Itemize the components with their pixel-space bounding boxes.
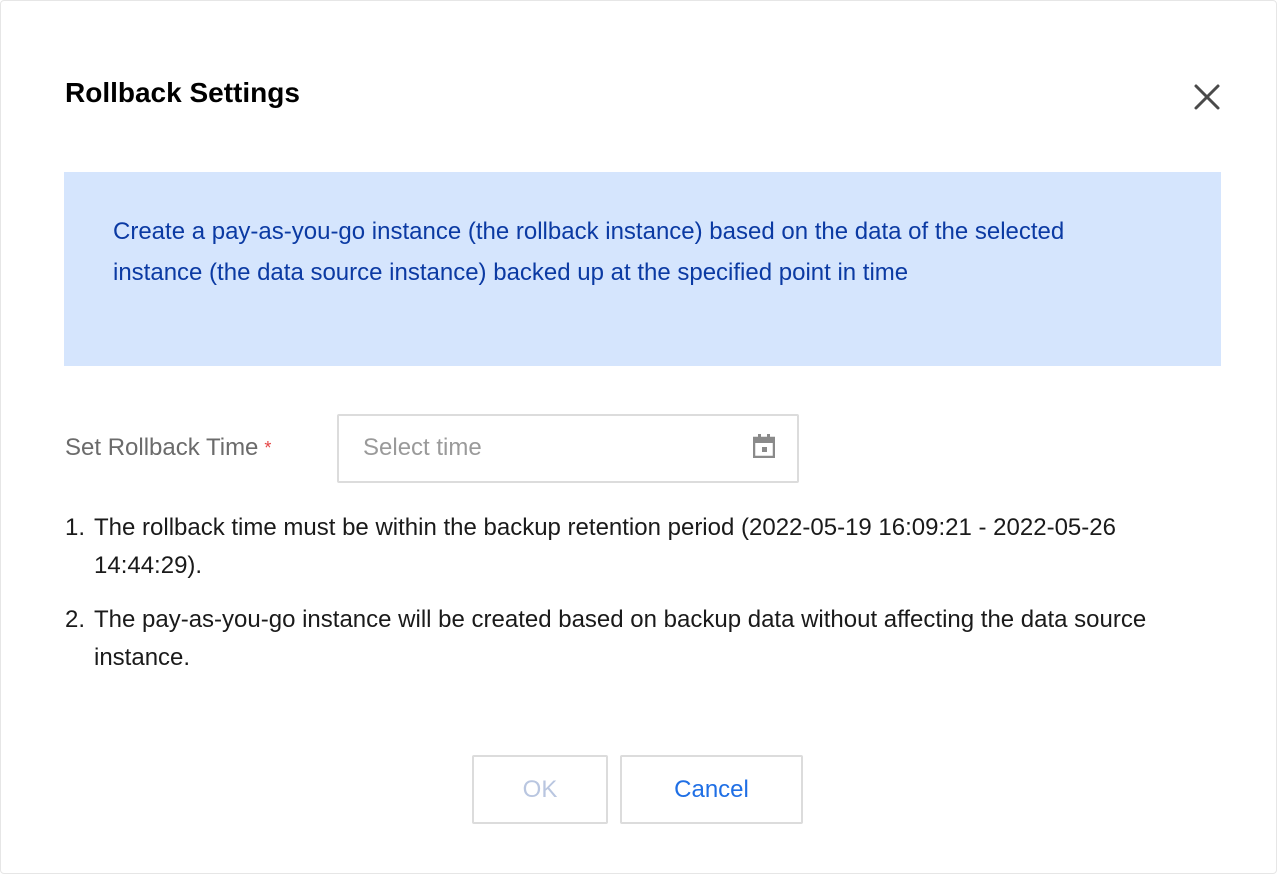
cancel-button[interactable]: Cancel: [620, 755, 803, 824]
info-banner: Create a pay-as-you-go instance (the rol…: [64, 172, 1221, 366]
note-text: The rollback time must be within the bac…: [94, 514, 1116, 579]
dialog-title: Rollback Settings: [65, 77, 300, 108]
note-text: The pay-as-you-go instance will be creat…: [94, 606, 1147, 671]
rollback-time-input[interactable]: [363, 434, 753, 462]
rollback-time-picker[interactable]: [337, 413, 799, 483]
note-number: 2.: [65, 606, 86, 633]
rollback-time-label-text: Set Rollback Time: [65, 434, 259, 461]
rollback-time-label: Set Rollback Time *: [65, 434, 337, 462]
close-button[interactable]: [1189, 81, 1225, 117]
rollback-settings-dialog: Rollback Settings Create a pay-as-you-go…: [0, 0, 1277, 874]
rollback-time-row: Set Rollback Time *: [65, 413, 799, 483]
list-item: 1. The rollback time must be within the …: [65, 509, 1195, 585]
calendar-icon[interactable]: [752, 433, 776, 463]
close-icon: [1192, 82, 1222, 117]
ok-button[interactable]: OK: [472, 755, 608, 824]
required-marker: *: [264, 437, 272, 458]
notes-list: 1. The rollback time must be within the …: [65, 509, 1195, 693]
list-item: 2. The pay-as-you-go instance will be cr…: [65, 601, 1195, 677]
note-number: 1.: [65, 514, 86, 541]
info-banner-text: Create a pay-as-you-go instance (the rol…: [113, 218, 1065, 286]
